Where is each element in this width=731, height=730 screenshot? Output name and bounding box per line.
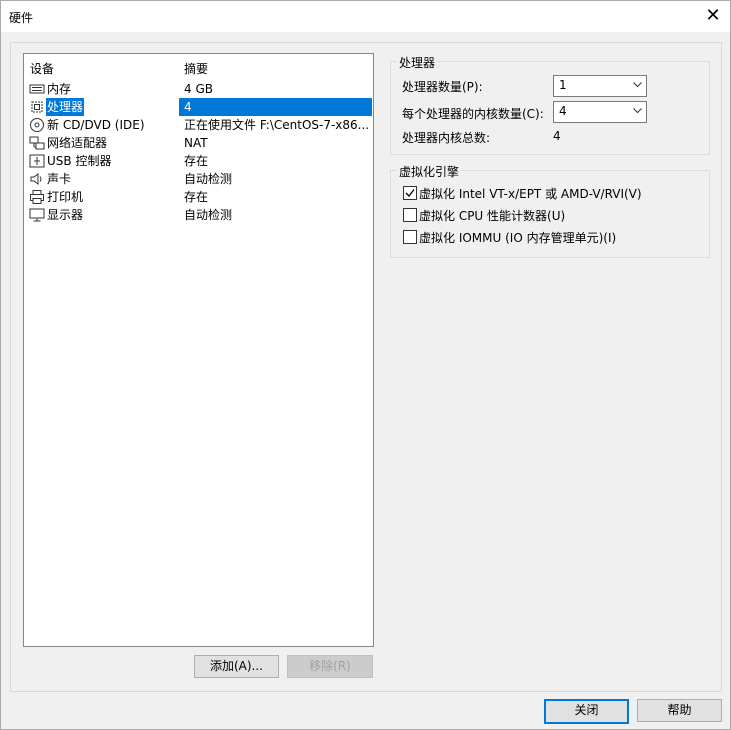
device-row-memory[interactable]: 内存 4 GB — [24, 80, 373, 98]
device-row-display[interactable]: 显示器 自动检测 — [24, 206, 373, 224]
vtx-checkbox[interactable] — [403, 186, 417, 200]
cores-per-processor-value: 4 — [559, 104, 567, 118]
speaker-icon — [30, 173, 42, 185]
virtualization-group-title: 虚拟化引擎 — [397, 163, 462, 180]
device-name: 新 CD/DVD (IDE) — [47, 118, 145, 132]
device-name: 网络适配器 — [47, 136, 108, 150]
device-summary: NAT — [184, 136, 208, 150]
chevron-down-icon — [633, 82, 642, 88]
device-list-header: 设备 摘要 — [24, 60, 373, 76]
device-row-printer[interactable]: 打印机 存在 — [24, 188, 373, 206]
processor-group-title: 处理器 — [397, 54, 438, 71]
device-row-processor[interactable]: 处理器 4 — [24, 98, 373, 116]
printer-icon — [30, 190, 44, 204]
display-icon — [29, 208, 45, 222]
cores-per-processor-select[interactable]: 4 — [553, 101, 647, 123]
cpu-counters-checkbox-label[interactable]: 虚拟化 CPU 性能计数器(U) — [419, 207, 565, 224]
device-name: 内存 — [47, 82, 72, 96]
total-cores-value: 4 — [553, 129, 561, 143]
close-button[interactable]: 关闭 — [544, 699, 629, 724]
processor-count-label: 处理器数量(P): — [402, 80, 483, 94]
hardware-dialog: 硬件 ✕ 设备 摘要 内存 4 GB 处理器 4 新 CD/DVD (IDE) … — [0, 0, 731, 730]
processor-count-select[interactable]: 1 — [553, 75, 647, 97]
cpu-counters-checkbox[interactable] — [403, 208, 417, 222]
device-summary: 4 — [184, 100, 192, 114]
add-device-button[interactable]: 添加(A)... — [194, 655, 279, 678]
iommu-checkbox-label[interactable]: 虚拟化 IOMMU (IO 内存管理单元)(I) — [419, 229, 616, 246]
device-name: 声卡 — [47, 172, 72, 186]
device-row-cd-dvd[interactable]: 新 CD/DVD (IDE) 正在使用文件 F:\CentOS-7-x86... — [24, 116, 373, 134]
window-title: 硬件 — [9, 11, 34, 25]
device-summary: 存在 — [184, 190, 209, 204]
close-icon[interactable]: ✕ — [702, 5, 724, 27]
device-row-network[interactable]: 网络适配器 NAT — [24, 134, 373, 152]
device-name: 处理器 — [46, 98, 85, 116]
device-name: 打印机 — [47, 190, 84, 204]
device-summary: 自动检测 — [184, 208, 233, 222]
device-summary: 正在使用文件 F:\CentOS-7-x86... — [184, 118, 370, 132]
device-row-usb[interactable]: USB 控制器 存在 — [24, 152, 373, 170]
remove-device-button[interactable]: 移除(R) — [287, 655, 373, 678]
processor-icon — [31, 101, 43, 113]
checkmark-icon — [405, 189, 415, 197]
device-list[interactable]: 设备 摘要 内存 4 GB 处理器 4 新 CD/DVD (IDE) 正在使用文… — [23, 53, 374, 647]
device-summary: 存在 — [184, 154, 209, 168]
selection-highlight — [179, 98, 372, 116]
column-header-device[interactable]: 设备 — [30, 60, 54, 77]
usb-icon — [29, 154, 45, 168]
column-header-summary[interactable]: 摘要 — [184, 60, 208, 77]
processor-count-value: 1 — [559, 78, 567, 92]
device-name: 显示器 — [47, 208, 84, 222]
chevron-down-icon — [633, 108, 642, 114]
device-summary: 4 GB — [184, 82, 213, 96]
network-adapter-icon — [29, 136, 45, 150]
device-summary: 自动检测 — [184, 172, 233, 186]
vtx-checkbox-label[interactable]: 虚拟化 Intel VT-x/EPT 或 AMD-V/RVI(V) — [419, 185, 642, 202]
help-button[interactable]: 帮助 — [637, 699, 722, 722]
device-name: USB 控制器 — [47, 154, 112, 168]
total-cores-label: 处理器内核总数: — [402, 131, 491, 145]
title-bar: 硬件 ✕ — [1, 1, 730, 32]
cd-dvd-icon — [30, 118, 44, 132]
iommu-checkbox[interactable] — [403, 230, 417, 244]
memory-icon — [29, 84, 45, 94]
device-row-sound[interactable]: 声卡 自动检测 — [24, 170, 373, 188]
cores-per-processor-label: 每个处理器的内核数量(C): — [402, 107, 544, 121]
